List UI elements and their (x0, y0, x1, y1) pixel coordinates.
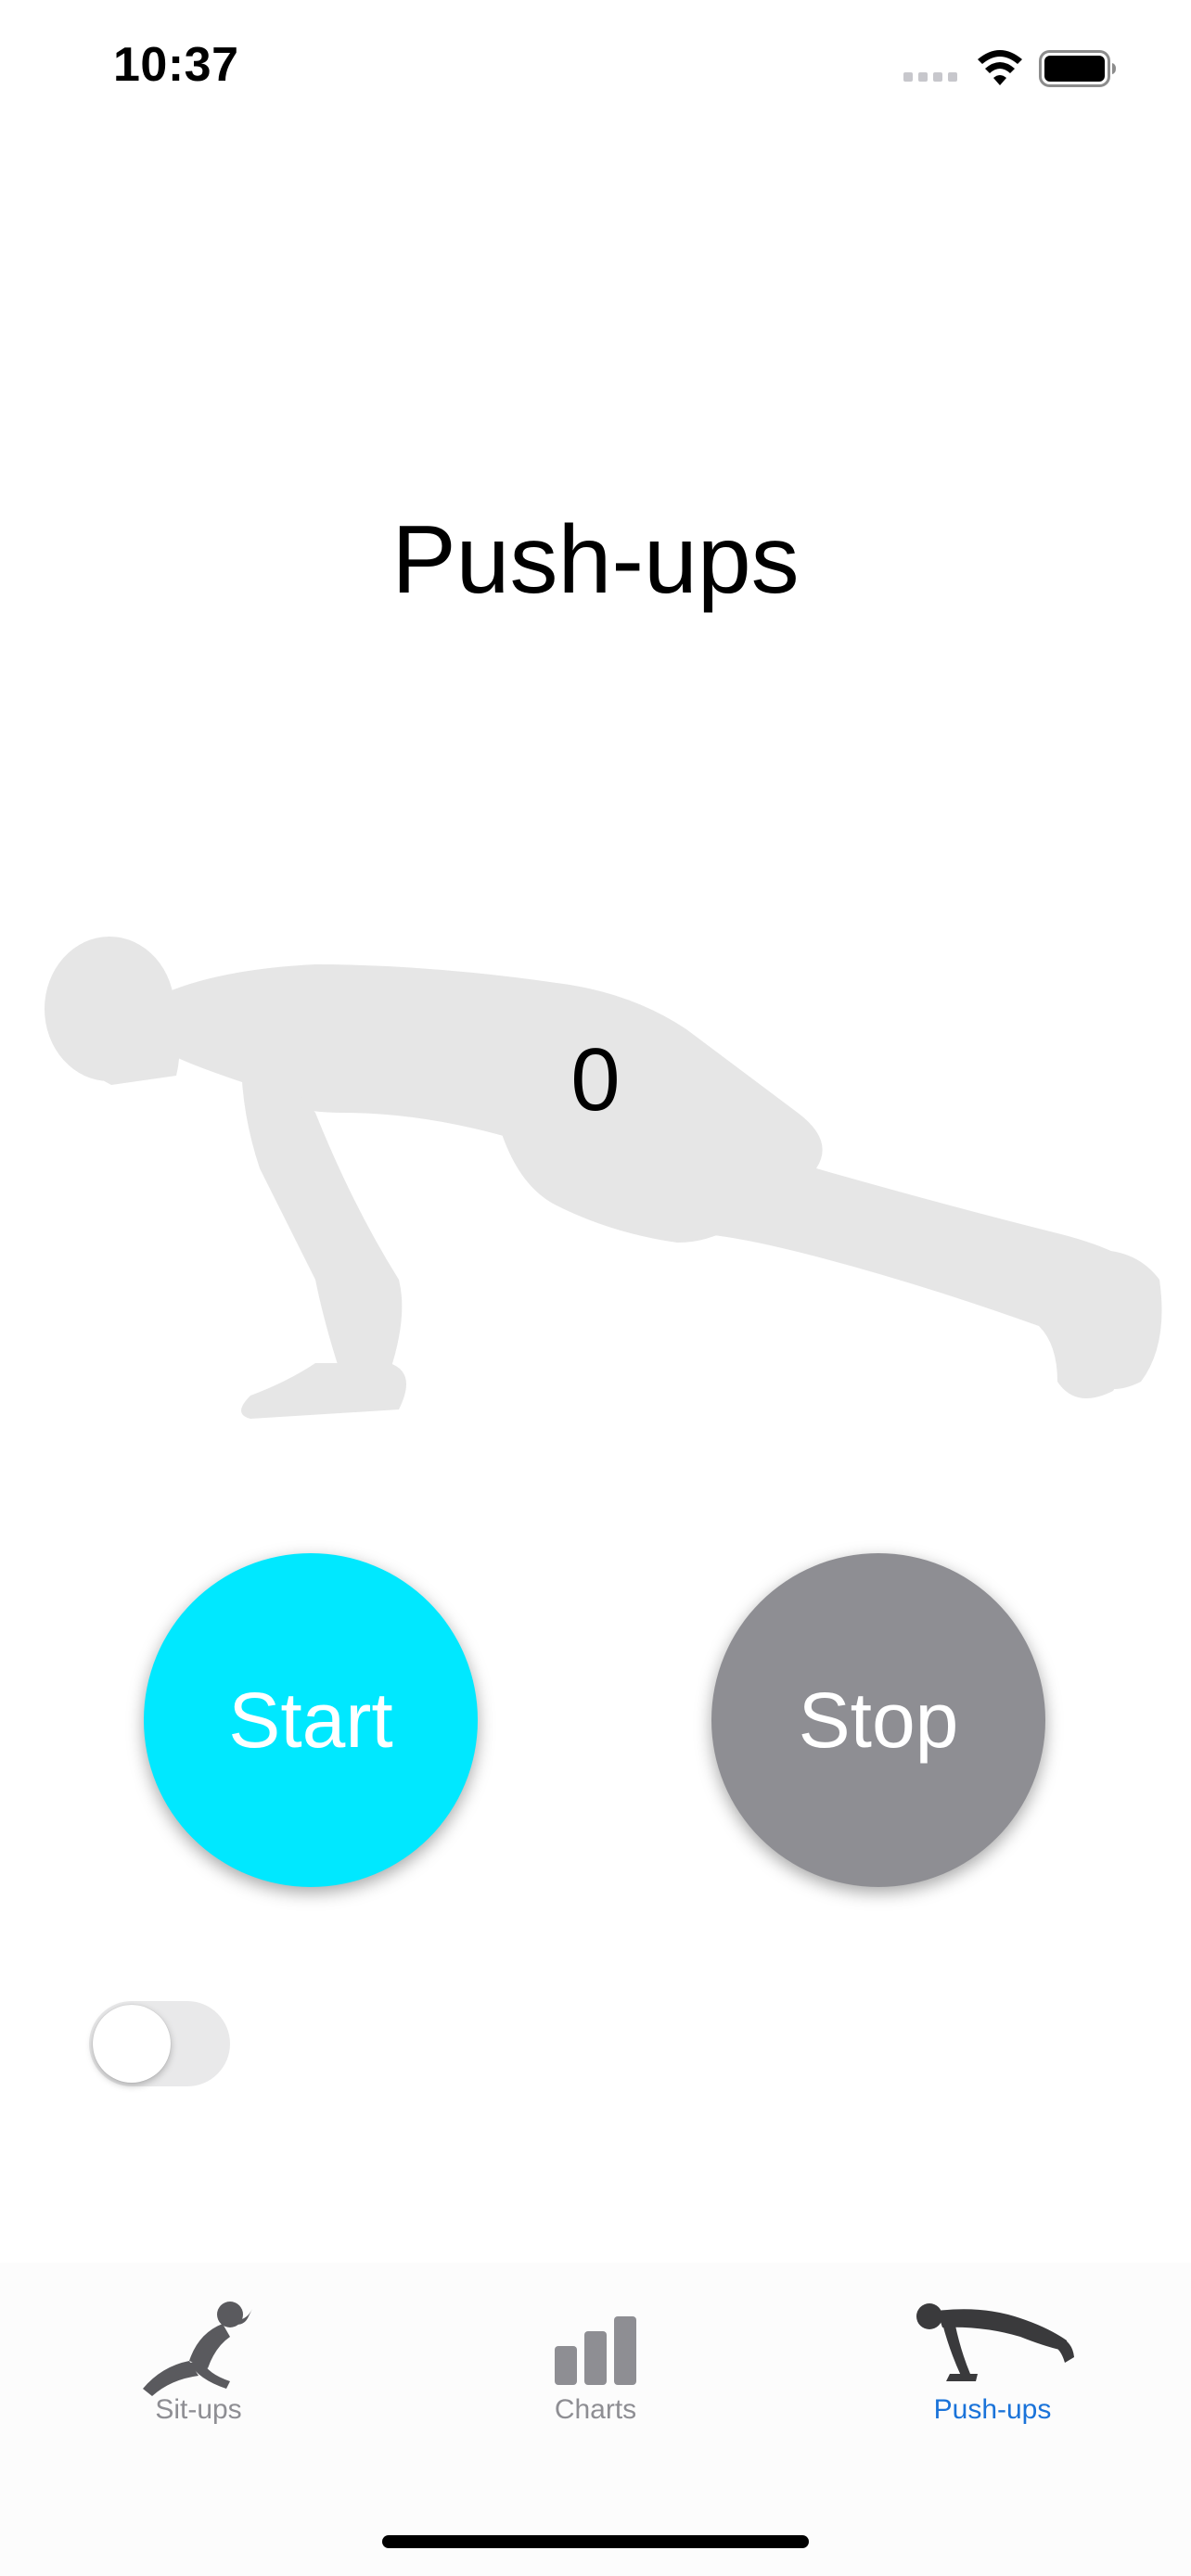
sit-up-figure-icon (143, 2302, 252, 2396)
battery-icon (1039, 50, 1116, 87)
start-button[interactable]: Start (144, 1553, 478, 1887)
home-indicator[interactable] (382, 2535, 809, 2548)
page-title: Push-ups (391, 506, 800, 614)
tab-label-sit-ups: Sit-ups (155, 2394, 242, 2425)
push-up-figure-illustration (45, 937, 1162, 1419)
bar-chart-icon (555, 2316, 636, 2385)
status-time: 10:37 (113, 38, 239, 92)
tab-push-ups[interactable]: Push-ups (794, 2263, 1191, 2448)
tab-sit-ups[interactable]: Sit-ups (0, 2263, 397, 2448)
cellular-signal-icon (903, 72, 957, 82)
toggle-switch[interactable] (89, 2001, 230, 2086)
tab-label-push-ups: Push-ups (933, 2394, 1052, 2425)
toggle-knob (93, 2005, 171, 2083)
status-bar: 10:37 (0, 0, 1191, 130)
tab-bar: Sit-ups Charts Push-ups (0, 2263, 1191, 2576)
stop-button[interactable]: Stop (711, 1553, 1045, 1887)
rep-counter: 0 (570, 1030, 621, 1129)
tab-label-charts: Charts (554, 2394, 637, 2425)
status-icons (839, 46, 1117, 93)
tab-charts[interactable]: Charts (397, 2263, 794, 2448)
wifi-icon (978, 50, 1022, 85)
push-up-figure-icon (916, 2303, 1074, 2381)
